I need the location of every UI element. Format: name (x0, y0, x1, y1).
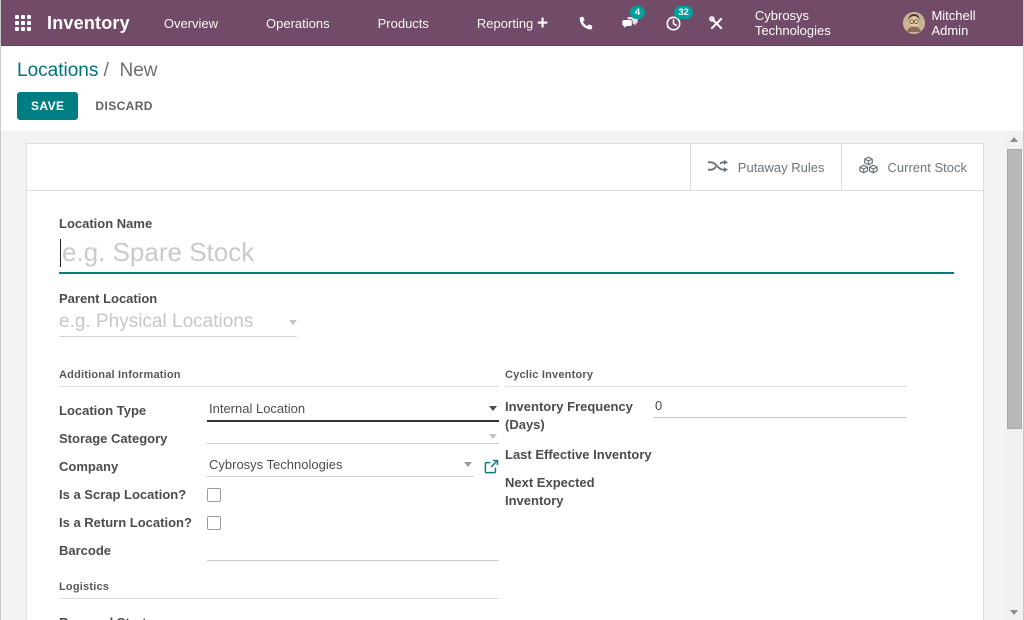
user-menu[interactable]: Mitchell Admin (903, 8, 1007, 38)
next-expected-inventory-row: Next Expected Inventory (505, 470, 907, 514)
right-column: Cyclic Inventory Inventory Frequency (Da… (505, 369, 907, 620)
parent-location-group: Parent Location (59, 291, 953, 337)
scroll-up-arrow-icon[interactable] (1010, 137, 1018, 142)
company-row: Company Cybrosys Technologies (59, 452, 499, 480)
location-name-input[interactable] (59, 236, 954, 274)
barcode-label: Barcode (59, 540, 207, 560)
activity-clock-icon[interactable]: 32 (664, 13, 683, 33)
company-select[interactable]: Cybrosys Technologies (207, 455, 474, 477)
scrap-location-row: Is a Scrap Location? (59, 480, 499, 508)
location-type-row: Location Type Internal Location (59, 396, 499, 424)
breadcrumb-separator: / (104, 60, 109, 81)
barcode-input[interactable] (207, 539, 499, 561)
chevron-down-icon (489, 434, 497, 439)
form-columns: Additional Information Location Type Int… (59, 369, 953, 620)
user-avatar (903, 12, 925, 34)
scroll-down-arrow-icon[interactable] (1010, 610, 1018, 615)
left-column: Additional Information Location Type Int… (59, 369, 499, 620)
text-cursor (60, 239, 61, 267)
save-button[interactable]: SAVE (17, 92, 78, 120)
location-name-group: Location Name (59, 216, 953, 274)
location-type-select[interactable]: Internal Location (207, 399, 499, 422)
chevron-down-icon (289, 320, 297, 325)
parent-location-input[interactable] (59, 311, 283, 333)
chat-messages-icon[interactable]: 4 (620, 13, 639, 33)
breadcrumb-locations-link[interactable]: Locations (17, 60, 98, 81)
return-location-label: Is a Return Location? (59, 512, 207, 532)
company-label: Company (59, 456, 207, 476)
user-name: Mitchell Admin (931, 8, 1007, 38)
menu-overview[interactable]: Overview (164, 16, 218, 31)
message-count-badge: 4 (630, 6, 644, 19)
scrollbar-thumb[interactable] (1007, 149, 1022, 429)
chevron-down-icon (489, 406, 497, 411)
shuffle-icon (707, 158, 729, 177)
removal-strategy-label: Removal Strategy (59, 612, 207, 620)
location-name-label: Location Name (59, 216, 953, 231)
discard-button[interactable]: DISCARD (95, 99, 152, 113)
inventory-frequency-label: Inventory Frequency (Days) (505, 396, 653, 434)
company-switcher[interactable]: Cybrosys Technologies (755, 8, 879, 38)
content-area: Putaway Rules Current Stock (1, 131, 1023, 620)
storage-category-select[interactable] (207, 432, 499, 444)
developer-tools-icon[interactable] (707, 13, 726, 33)
putaway-rules-label: Putaway Rules (738, 160, 825, 175)
putaway-rules-button[interactable]: Putaway Rules (690, 144, 841, 190)
location-type-label: Location Type (59, 400, 207, 420)
navbar-systray: + 4 32 (533, 8, 1007, 38)
return-location-row: Is a Return Location? (59, 508, 499, 536)
last-effective-inventory-label: Last Effective Inventory (505, 442, 653, 468)
plus-icon[interactable]: + (533, 13, 552, 33)
current-stock-button[interactable]: Current Stock (841, 144, 983, 190)
cubes-icon (858, 156, 879, 178)
removal-strategy-row: Removal Strategy (59, 608, 499, 620)
activity-count-badge: 32 (674, 6, 694, 19)
section-cyclic-inventory: Cyclic Inventory (505, 369, 907, 387)
breadcrumb: Locations / New (17, 60, 1007, 82)
scrap-location-checkbox[interactable] (207, 488, 221, 502)
stat-button-box: Putaway Rules Current Stock (27, 144, 983, 191)
top-navbar: Inventory Overview Operations Products R… (1, 0, 1023, 46)
storage-category-label: Storage Category (59, 428, 207, 448)
parent-location-select[interactable] (59, 311, 297, 337)
menu-products[interactable]: Products (378, 16, 429, 31)
odoo-inventory-new-location-page: { "colors": { "navbar": "#714B67", "badg… (0, 0, 1024, 620)
current-stock-label: Current Stock (888, 160, 967, 175)
barcode-row: Barcode (59, 536, 499, 564)
form-sheet: Putaway Rules Current Stock (26, 143, 984, 620)
control-panel-buttons: SAVE DISCARD (17, 92, 1007, 120)
scrap-location-label: Is a Scrap Location? (59, 484, 207, 504)
return-location-checkbox[interactable] (207, 516, 221, 530)
inventory-frequency-input[interactable] (653, 396, 907, 418)
section-additional-information: Additional Information (59, 369, 499, 387)
last-effective-inventory-row: Last Effective Inventory (505, 442, 907, 470)
main-menu: Overview Operations Products Reporting (164, 16, 533, 31)
sheet-body: Location Name Parent Location Additiona (27, 191, 983, 620)
company-external-link-icon[interactable] (484, 459, 499, 474)
control-panel: Locations / New SAVE DISCARD (1, 46, 1023, 131)
apps-grid-icon[interactable] (15, 15, 31, 31)
storage-category-row: Storage Category (59, 424, 499, 452)
parent-location-label: Parent Location (59, 291, 953, 306)
menu-reporting[interactable]: Reporting (477, 16, 533, 31)
app-name[interactable]: Inventory (47, 13, 130, 34)
next-expected-inventory-label: Next Expected Inventory (505, 470, 653, 514)
chevron-down-icon (464, 462, 472, 467)
section-logistics: Logistics (59, 581, 499, 599)
menu-operations[interactable]: Operations (266, 16, 330, 31)
inventory-frequency-row: Inventory Frequency (Days) (505, 396, 907, 434)
vertical-scrollbar[interactable] (1006, 131, 1023, 620)
phone-icon[interactable] (577, 13, 596, 33)
